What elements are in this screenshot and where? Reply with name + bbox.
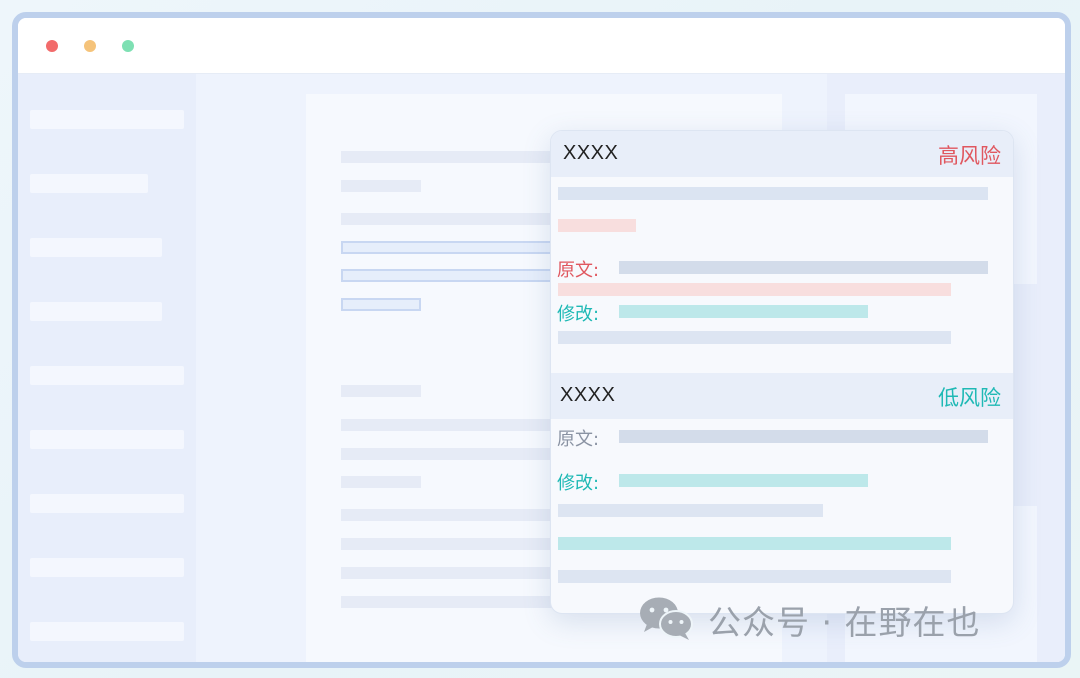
- text-line: [341, 448, 561, 460]
- text-line: [341, 567, 561, 579]
- highlighted-text[interactable]: [341, 298, 421, 311]
- review-item-header[interactable]: XXXX 高风险: [551, 131, 1013, 177]
- original-text: [619, 430, 988, 443]
- sidebar-item[interactable]: [30, 174, 148, 193]
- sidebar-item[interactable]: [30, 494, 184, 513]
- revision-label: 修改:: [557, 304, 600, 325]
- review-item-title: XXXX: [560, 384, 616, 406]
- risk-badge-high: 高风险: [938, 144, 1001, 168]
- sidebar: [18, 74, 196, 662]
- sidebar-item[interactable]: [30, 366, 184, 385]
- sidebar-item[interactable]: [30, 238, 162, 257]
- watermark: 公众号 · 在野在也: [638, 594, 980, 646]
- text-line: [341, 419, 561, 431]
- sidebar-item[interactable]: [30, 110, 184, 129]
- text-line: [341, 476, 421, 488]
- text-line: [341, 385, 421, 397]
- text-line: [341, 151, 561, 163]
- wechat-icon: [638, 595, 694, 645]
- sidebar-item[interactable]: [30, 558, 184, 577]
- revision-label: 修改:: [557, 473, 600, 494]
- text-line: [341, 509, 561, 521]
- original-highlight: [558, 283, 951, 296]
- risk-badge-low: 低风险: [938, 386, 1001, 410]
- sidebar-item[interactable]: [30, 622, 184, 641]
- text-line: [341, 538, 561, 550]
- close-button[interactable]: [46, 40, 58, 52]
- maximize-button[interactable]: [122, 40, 134, 52]
- revision-text: [619, 474, 868, 487]
- review-item-title: XXXX: [563, 142, 619, 164]
- minimize-button[interactable]: [84, 40, 96, 52]
- watermark-text: 公众号 · 在野在也: [708, 603, 981, 642]
- risk-highlight: [558, 219, 636, 232]
- title-bar: [18, 18, 1065, 74]
- text-line: [558, 504, 823, 517]
- text-line: [341, 180, 421, 192]
- original-label: 原文:: [557, 260, 600, 281]
- highlighted-text[interactable]: [341, 269, 561, 282]
- revision-text: [619, 305, 868, 318]
- text-line: [558, 187, 988, 200]
- sidebar-item[interactable]: [30, 430, 184, 449]
- text-line: [558, 331, 951, 344]
- text-line: [341, 213, 561, 225]
- review-popup: XXXX 高风险 原文: 修改: XXXX 低风险 原文: 修改:: [550, 130, 1014, 614]
- revision-highlight: [558, 537, 951, 550]
- original-text: [619, 261, 988, 274]
- text-line: [558, 570, 951, 583]
- text-line: [341, 596, 561, 608]
- highlighted-text[interactable]: [341, 241, 561, 254]
- original-label: 原文:: [557, 429, 600, 450]
- sidebar-item[interactable]: [30, 302, 162, 321]
- review-item-header[interactable]: XXXX 低风险: [551, 373, 1013, 419]
